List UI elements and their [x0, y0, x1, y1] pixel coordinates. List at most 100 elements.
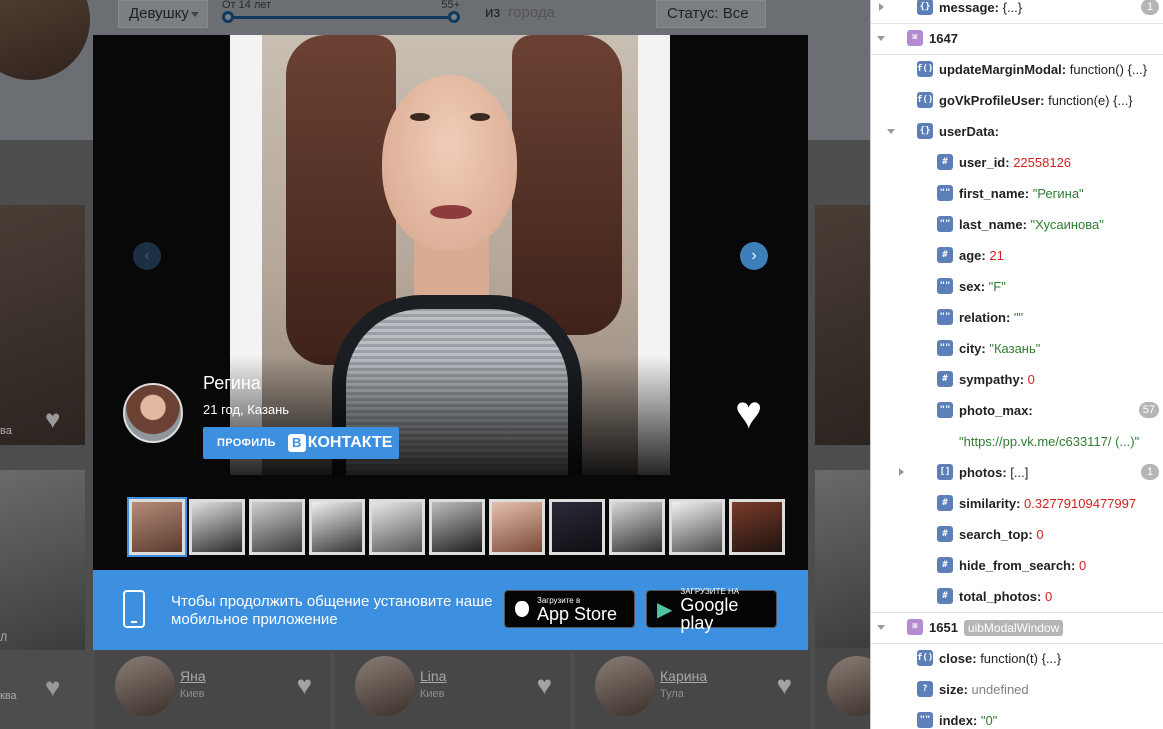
devtools-tree-row[interactable]: # sympathy: 0 [871, 364, 1163, 395]
profile-card-bg[interactable] [815, 470, 870, 650]
slider-knob-max[interactable] [448, 11, 460, 23]
profile-card-bg[interactable] [0, 470, 85, 650]
age-range-slider[interactable]: От 14 лет 55+ [218, 0, 464, 28]
property-value: 0 [1075, 558, 1087, 573]
play-icon: ▶ [657, 598, 673, 621]
devtools-tree-row[interactable]: # similarity: 0.32779109477997 [871, 488, 1163, 519]
devtools-tree-row[interactable]: # user_id: 22558126 [871, 147, 1163, 178]
devtools-tree-row[interactable]: # search_top: 0 [871, 519, 1163, 550]
devtools-tree-row[interactable]: ⌘ 1647 [871, 23, 1163, 54]
devtools-tree-row[interactable]: "" relation: "" [871, 302, 1163, 333]
apple-icon [515, 601, 529, 617]
vk-profile-button[interactable]: ПРОФИЛЬ В КОНТАКТЕ [203, 427, 399, 459]
photo-thumbnail[interactable] [189, 499, 245, 555]
app-install-banner: Чтобы продолжить общение установите наше… [93, 570, 808, 650]
devtools-tree-row[interactable]: "" last_name: "Хусаинова" [871, 209, 1163, 240]
devtools-tree-row[interactable]: ⌘ 1651 uibModalWindow [871, 612, 1163, 643]
profile-name-link[interactable]: Карина [660, 668, 707, 684]
num-type-icon: # [937, 154, 953, 170]
next-photo-button[interactable]: › [740, 242, 768, 270]
photo-thumbnail[interactable] [489, 499, 545, 555]
heart-icon[interactable]: ♥ [297, 670, 312, 701]
property-key: 1647 [929, 31, 958, 46]
devtools-tree-row[interactable]: "" photo_max: 57 [871, 395, 1163, 426]
devtools-entry: "https://pp.vk.me/c633117/ (...)" [959, 434, 1139, 449]
heart-icon[interactable]: ♥ [537, 670, 552, 701]
devtools-tree-row[interactable]: # total_photos: 0 [871, 581, 1163, 612]
expand-toggle-icon[interactable] [877, 36, 885, 41]
photo-thumbnail[interactable] [249, 499, 305, 555]
heart-icon[interactable]: ♥ [45, 672, 60, 703]
devtools-entry: photo_max: [959, 403, 1033, 418]
avatar [355, 656, 415, 716]
devtools-tree-row[interactable]: # hide_from_search: 0 [871, 550, 1163, 581]
photo-thumbnail[interactable] [609, 499, 665, 555]
profile-name-link[interactable]: Яна [180, 668, 206, 684]
photo-thumbnail[interactable] [729, 499, 785, 555]
devtools-tree-row[interactable]: ? size: undefined [871, 674, 1163, 705]
devtools-entry: search_top: 0 [959, 527, 1044, 542]
property-value: function(e) {...} [1044, 93, 1133, 108]
google-play-button[interactable]: ▶ ЗАГРУЗИТЕ НА Google play [646, 587, 777, 632]
profile-mini-card[interactable] [815, 648, 870, 729]
profile-card-bg[interactable] [0, 205, 85, 445]
heart-icon[interactable]: ♥ [777, 670, 792, 701]
avatar [115, 656, 175, 716]
avatar [595, 656, 655, 716]
devtools-tree-row[interactable]: # age: 21 [871, 240, 1163, 271]
my-avatar [0, 0, 90, 80]
profile-mini-card[interactable]: Lina Киев ♥ [335, 648, 570, 729]
count-badge: 57 [1138, 402, 1159, 418]
scope-tag: uibModalWindow [963, 620, 1064, 636]
devtools-tree-row[interactable]: f() updateMarginModal: function() {...} [871, 54, 1163, 85]
devtools-entry: message: {...} [939, 0, 1022, 15]
gender-select[interactable]: Девушку [118, 0, 208, 28]
profile-card-bg[interactable] [815, 205, 870, 445]
collapse-toggle-icon[interactable] [899, 468, 904, 476]
devtools-tree-row[interactable]: "" index: "0" [871, 705, 1163, 729]
city-input[interactable]: города [508, 4, 555, 21]
slider-knob-min[interactable] [222, 11, 234, 23]
devtools-tree-row[interactable]: f() goVkProfileUser: function(e) {...} [871, 85, 1163, 116]
photo-thumbnail[interactable] [669, 499, 725, 555]
google-play-large-text: Google play [680, 594, 739, 633]
str-type-icon: "" [937, 185, 953, 201]
profile-name-link[interactable]: Lina [420, 668, 446, 684]
photo-thumbnail[interactable] [309, 499, 365, 555]
str-type-icon: "" [937, 278, 953, 294]
profile-mini-card[interactable]: Карина Тула ♥ [575, 648, 810, 729]
photo-thumbnail[interactable] [549, 499, 605, 555]
devtools-tree-row[interactable]: {} message: {...} 1 [871, 0, 1163, 23]
expand-toggle-icon[interactable] [877, 625, 885, 630]
expand-toggle-icon[interactable] [887, 129, 895, 134]
photo-thumbnail[interactable] [127, 497, 187, 557]
devtools-tree-row[interactable]: "" first_name: "Регина" [871, 178, 1163, 209]
devtools-tree-row[interactable]: "https://pp.vk.me/c633117/ (...)" [871, 426, 1163, 457]
banner-text: Чтобы продолжить общение установите наше… [171, 593, 493, 628]
user-age-city: 21 год, Казань [203, 402, 290, 417]
devtools-tree-row[interactable]: f() close: function(t) {...} [871, 643, 1163, 674]
prev-photo-button[interactable]: ‹ [133, 242, 161, 270]
devtools-tree-row[interactable]: "" sex: "F" [871, 271, 1163, 302]
like-heart-icon[interactable]: ♥ [735, 389, 762, 435]
heart-icon[interactable]: ♥ [45, 404, 60, 435]
property-key: goVkProfileUser: [939, 93, 1045, 108]
chevron-down-icon [191, 12, 199, 17]
status-select[interactable]: Статус: Все [656, 0, 766, 28]
photo-thumbnail[interactable] [369, 499, 425, 555]
profile-mini-card[interactable]: Яна Киев ♥ [95, 648, 330, 729]
profile-photo [230, 35, 670, 475]
photo-part [430, 205, 472, 219]
app-store-button[interactable]: Загрузите в App Store [504, 590, 635, 628]
property-key: last_name: [959, 217, 1027, 232]
devtools-tree-row[interactable]: {} userData: [871, 116, 1163, 147]
property-key: photo_max: [959, 403, 1033, 418]
devtools-tree-row[interactable]: "" city: "Казань" [871, 333, 1163, 364]
num-type-icon: # [937, 557, 953, 573]
photo-thumbnail[interactable] [429, 499, 485, 555]
property-key: city: [959, 341, 986, 356]
devtools-tree-row[interactable]: [] photos: [...] 1 [871, 457, 1163, 488]
collapse-toggle-icon[interactable] [879, 3, 884, 11]
property-value: "0" [977, 713, 998, 728]
devtools-entry: similarity: 0.32779109477997 [959, 496, 1136, 511]
